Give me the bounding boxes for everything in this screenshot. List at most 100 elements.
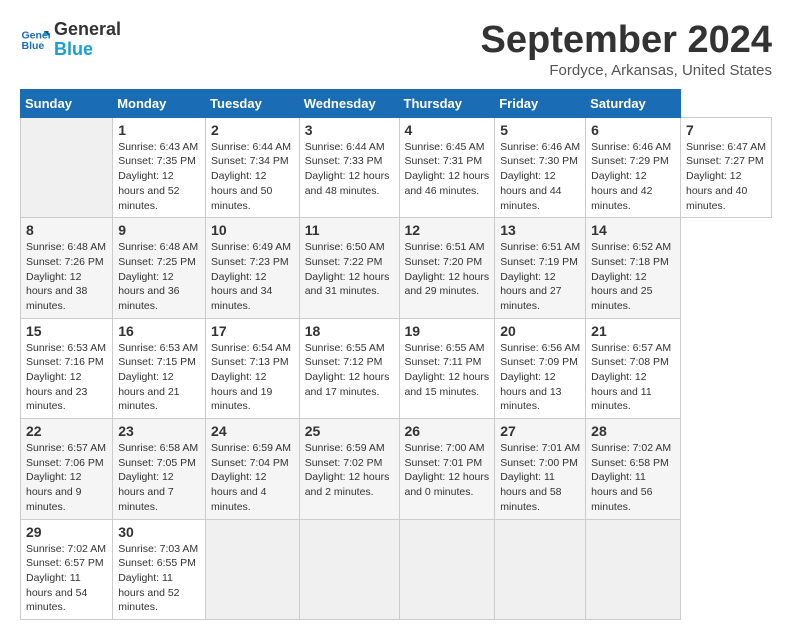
- day-number: 21: [591, 323, 675, 339]
- day-info: Sunrise: 7:01 AMSunset: 7:00 PMDaylight:…: [500, 441, 580, 514]
- weekday-header-saturday: Saturday: [586, 89, 681, 117]
- day-number: 8: [26, 222, 107, 238]
- day-number: 3: [305, 122, 394, 138]
- weekday-header-sunday: Sunday: [21, 89, 113, 117]
- calendar-week-row: 22 Sunrise: 6:57 AMSunset: 7:06 PMDayligh…: [21, 419, 772, 519]
- day-number: 7: [686, 122, 766, 138]
- logo: General Blue General Blue: [20, 20, 121, 60]
- month-title: September 2024: [481, 20, 773, 62]
- weekday-header-monday: Monday: [113, 89, 206, 117]
- calendar-day-cell: 15 Sunrise: 6:53 AMSunset: 7:16 PMDayligh…: [21, 318, 113, 418]
- calendar-day-cell: 3 Sunrise: 6:44 AMSunset: 7:33 PMDaylight…: [299, 117, 399, 217]
- day-info: Sunrise: 7:00 AMSunset: 7:01 PMDaylight:…: [405, 441, 490, 500]
- day-number: 12: [405, 222, 490, 238]
- calendar-day-cell: 27Sunrise: 7:01 AMSunset: 7:00 PMDayligh…: [495, 419, 586, 519]
- day-info: Sunrise: 6:45 AMSunset: 7:31 PMDaylight:…: [405, 140, 490, 199]
- calendar-day-cell: [299, 519, 399, 619]
- day-info: Sunrise: 6:53 AMSunset: 7:16 PMDaylight:…: [26, 341, 107, 414]
- day-number: 9: [118, 222, 200, 238]
- day-number: 28: [591, 423, 675, 439]
- weekday-header-tuesday: Tuesday: [206, 89, 300, 117]
- day-info: Sunrise: 6:44 AMSunset: 7:34 PMDaylight:…: [211, 140, 294, 213]
- weekday-header-friday: Friday: [495, 89, 586, 117]
- day-info: Sunrise: 6:48 AMSunset: 7:26 PMDaylight:…: [26, 240, 107, 313]
- day-number: 17: [211, 323, 294, 339]
- weekday-header-wednesday: Wednesday: [299, 89, 399, 117]
- day-number: 24: [211, 423, 294, 439]
- calendar-day-cell: [206, 519, 300, 619]
- day-number: 29: [26, 524, 107, 540]
- calendar-day-cell: 6 Sunrise: 6:46 AMSunset: 7:29 PMDaylight…: [586, 117, 681, 217]
- day-number: 6: [591, 122, 675, 138]
- calendar-day-cell: 18 Sunrise: 6:55 AMSunset: 7:12 PMDayligh…: [299, 318, 399, 418]
- calendar-day-cell: 12 Sunrise: 6:51 AMSunset: 7:20 PMDayligh…: [399, 218, 495, 318]
- day-number: 23: [118, 423, 200, 439]
- calendar-day-cell: 7 Sunrise: 6:47 AMSunset: 7:27 PMDaylight…: [680, 117, 771, 217]
- day-info: Sunrise: 6:48 AMSunset: 7:25 PMDaylight:…: [118, 240, 200, 313]
- day-number: 4: [405, 122, 490, 138]
- day-number: 10: [211, 222, 294, 238]
- calendar-day-cell: 5Sunrise: 6:46 AMSunset: 7:30 PMDaylight…: [495, 117, 586, 217]
- day-info: Sunrise: 6:54 AMSunset: 7:13 PMDaylight:…: [211, 341, 294, 414]
- day-info: Sunrise: 6:57 AMSunset: 7:08 PMDaylight:…: [591, 341, 675, 414]
- day-number: 13: [500, 222, 580, 238]
- day-info: Sunrise: 6:50 AMSunset: 7:22 PMDaylight:…: [305, 240, 394, 299]
- day-info: Sunrise: 6:55 AMSunset: 7:11 PMDaylight:…: [405, 341, 490, 400]
- calendar-day-cell: 30Sunrise: 7:03 AMSunset: 6:55 PMDayligh…: [113, 519, 206, 619]
- calendar-day-cell: 19 Sunrise: 6:55 AMSunset: 7:11 PMDayligh…: [399, 318, 495, 418]
- day-number: 16: [118, 323, 200, 339]
- day-info: Sunrise: 6:46 AMSunset: 7:29 PMDaylight:…: [591, 140, 675, 213]
- day-number: 30: [118, 524, 200, 540]
- calendar-day-cell: 23 Sunrise: 6:58 AMSunset: 7:05 PMDayligh…: [113, 419, 206, 519]
- calendar-day-cell: [495, 519, 586, 619]
- calendar-day-cell: 20Sunrise: 6:56 AMSunset: 7:09 PMDayligh…: [495, 318, 586, 418]
- day-info: Sunrise: 6:47 AMSunset: 7:27 PMDaylight:…: [686, 140, 766, 213]
- calendar-day-cell: 8 Sunrise: 6:48 AMSunset: 7:26 PMDaylight…: [21, 218, 113, 318]
- calendar-day-cell: 14Sunrise: 6:52 AMSunset: 7:18 PMDayligh…: [586, 218, 681, 318]
- day-info: Sunrise: 6:51 AMSunset: 7:20 PMDaylight:…: [405, 240, 490, 299]
- svg-text:Blue: Blue: [22, 40, 45, 52]
- weekday-header-thursday: Thursday: [399, 89, 495, 117]
- day-info: Sunrise: 6:59 AMSunset: 7:02 PMDaylight:…: [305, 441, 394, 500]
- day-info: Sunrise: 6:56 AMSunset: 7:09 PMDaylight:…: [500, 341, 580, 414]
- day-info: Sunrise: 6:53 AMSunset: 7:15 PMDaylight:…: [118, 341, 200, 414]
- calendar-day-cell: [399, 519, 495, 619]
- calendar-day-cell: 26 Sunrise: 7:00 AMSunset: 7:01 PMDayligh…: [399, 419, 495, 519]
- day-number: 15: [26, 323, 107, 339]
- calendar-week-row: 1 Sunrise: 6:43 AMSunset: 7:35 PMDaylight…: [21, 117, 772, 217]
- title-area: September 2024 Fordyce, Arkansas, United…: [481, 20, 773, 79]
- day-number: 19: [405, 323, 490, 339]
- day-info: Sunrise: 6:57 AMSunset: 7:06 PMDaylight:…: [26, 441, 107, 514]
- day-number: 18: [305, 323, 394, 339]
- calendar-day-cell: 28Sunrise: 7:02 AMSunset: 6:58 PMDayligh…: [586, 419, 681, 519]
- calendar-day-cell: 11Sunrise: 6:50 AMSunset: 7:22 PMDayligh…: [299, 218, 399, 318]
- day-number: 22: [26, 423, 107, 439]
- weekday-header-row: SundayMondayTuesdayWednesdayThursdayFrid…: [21, 89, 772, 117]
- calendar-day-cell: 4 Sunrise: 6:45 AMSunset: 7:31 PMDaylight…: [399, 117, 495, 217]
- day-info: Sunrise: 6:49 AMSunset: 7:23 PMDaylight:…: [211, 240, 294, 313]
- day-info: Sunrise: 6:55 AMSunset: 7:12 PMDaylight:…: [305, 341, 394, 400]
- calendar-day-cell: 21 Sunrise: 6:57 AMSunset: 7:08 PMDayligh…: [586, 318, 681, 418]
- day-info: Sunrise: 7:02 AMSunset: 6:57 PMDaylight:…: [26, 542, 107, 615]
- calendar-day-cell: 9 Sunrise: 6:48 AMSunset: 7:25 PMDaylight…: [113, 218, 206, 318]
- logo-text: General Blue: [54, 20, 121, 60]
- day-info: Sunrise: 6:44 AMSunset: 7:33 PMDaylight:…: [305, 140, 394, 199]
- day-number: 1: [118, 122, 200, 138]
- day-info: Sunrise: 6:52 AMSunset: 7:18 PMDaylight:…: [591, 240, 675, 313]
- empty-cell: [21, 117, 113, 217]
- day-number: 26: [405, 423, 490, 439]
- logo-line2: Blue: [54, 40, 121, 60]
- calendar-week-row: 8 Sunrise: 6:48 AMSunset: 7:26 PMDaylight…: [21, 218, 772, 318]
- calendar-day-cell: 16 Sunrise: 6:53 AMSunset: 7:15 PMDayligh…: [113, 318, 206, 418]
- location-subtitle: Fordyce, Arkansas, United States: [481, 62, 773, 79]
- day-info: Sunrise: 6:43 AMSunset: 7:35 PMDaylight:…: [118, 140, 200, 213]
- logo-icon: General Blue: [20, 25, 50, 55]
- day-info: Sunrise: 6:58 AMSunset: 7:05 PMDaylight:…: [118, 441, 200, 514]
- calendar-day-cell: 1 Sunrise: 6:43 AMSunset: 7:35 PMDaylight…: [113, 117, 206, 217]
- calendar-day-cell: 22 Sunrise: 6:57 AMSunset: 7:06 PMDayligh…: [21, 419, 113, 519]
- calendar-day-cell: 13Sunrise: 6:51 AMSunset: 7:19 PMDayligh…: [495, 218, 586, 318]
- calendar-day-cell: [586, 519, 681, 619]
- day-info: Sunrise: 6:59 AMSunset: 7:04 PMDaylight:…: [211, 441, 294, 514]
- calendar-day-cell: 24 Sunrise: 6:59 AMSunset: 7:04 PMDayligh…: [206, 419, 300, 519]
- day-info: Sunrise: 6:46 AMSunset: 7:30 PMDaylight:…: [500, 140, 580, 213]
